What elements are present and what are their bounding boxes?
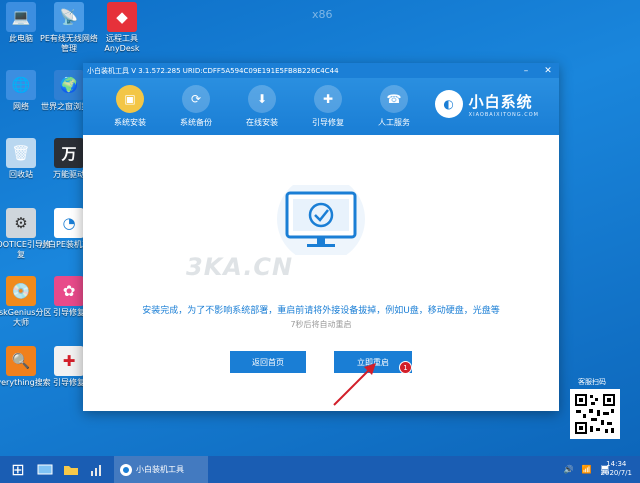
return-home-button[interactable]: 返回首页 xyxy=(230,351,306,373)
network-manager-icon: 📡 xyxy=(54,2,84,32)
backup-icon: ⟳ xyxy=(182,85,210,113)
anydesk-icon: ◆ xyxy=(107,2,137,32)
brand-subtitle: XIAOBAIXITONG.COM xyxy=(468,111,539,118)
install-complete-message: 安装完成，为了不影响系统部署，重启前请将外接设备拔掉，例如U盘，移动硬盘，光盘等 xyxy=(142,306,500,316)
step-badge: 1 xyxy=(399,361,412,374)
recycle-bin-icon: 🗑 xyxy=(6,138,36,168)
taskbar: ⊞ 小白装机工具 🔊 📶 🖥 14:34 2020/7/1 xyxy=(0,456,640,483)
clock-date: 2020/7/1 xyxy=(600,469,632,477)
volume-icon[interactable]: 🔊 xyxy=(564,465,574,474)
xiaobai-logo-icon xyxy=(120,463,132,476)
network-icon[interactable]: 📶 xyxy=(582,465,592,474)
close-button[interactable]: ✕ xyxy=(537,66,559,76)
qr-label: 客服扫码 xyxy=(578,378,606,386)
driver-icon: 万 xyxy=(54,138,84,168)
nav-label: 在线安装 xyxy=(246,118,278,127)
pinwheel-icon: ✿ xyxy=(54,276,84,306)
computer-icon: 💻 xyxy=(6,2,36,32)
nav-manual-service[interactable]: ☎ 人工服务 xyxy=(361,78,427,128)
restart-countdown: 7秒后将自动重启 xyxy=(290,320,352,329)
window-title: 小白装机工具 V 3.1.572.285 URID:CDFF5A594C09E1… xyxy=(87,66,339,75)
annotation-arrow xyxy=(333,363,376,406)
brand-logo: ◐ 小白系统 XIAOBAIXITONG.COM xyxy=(434,90,539,118)
nav-boot-repair[interactable]: ✚ 引导修复 xyxy=(295,78,361,128)
installer-window: 小白装机工具 V 3.1.572.285 URID:CDFF5A594C09E1… xyxy=(83,63,559,411)
brand-name: 小白系统 xyxy=(468,92,533,111)
globe-icon: 🌍 xyxy=(54,70,84,100)
folder-icon[interactable] xyxy=(60,456,82,483)
monitor-check-icon xyxy=(277,185,365,255)
xiaobai-logo-icon: ◔ xyxy=(54,208,84,238)
clock-time: 14:34 xyxy=(606,460,627,468)
watermark-text: 3KA.CN xyxy=(186,253,294,281)
brand-logo-icon: ◐ xyxy=(434,90,463,118)
gear-icon: ⚙ xyxy=(6,208,36,238)
disk-icon: 💿 xyxy=(6,276,36,306)
start-button[interactable]: ⊞ xyxy=(6,456,30,483)
qr-code xyxy=(570,389,620,439)
signal-icon[interactable] xyxy=(86,456,108,483)
minimize-button[interactable]: – xyxy=(515,66,537,76)
download-icon: ⬇ xyxy=(248,85,276,113)
clock[interactable]: 14:34 2020/7/1 xyxy=(601,460,632,478)
desktop-icon[interactable] xyxy=(34,456,56,483)
desktop-icon-anydesk[interactable]: ◆ 远程工具AnyDesk xyxy=(91,2,153,54)
network-icon: 🌐 xyxy=(6,70,36,100)
taskbar-app-xiaobai[interactable]: 小白装机工具 xyxy=(114,456,208,483)
nav-label: 人工服务 xyxy=(378,118,410,127)
nav-toolbar: ▣ 系统安装 ⟳ 系统备份 ⬇ 在线安装 ✚ 引导修复 ☎ 人工服务 ◐ 小白系… xyxy=(83,78,559,135)
nav-system-backup[interactable]: ⟳ 系统备份 xyxy=(163,78,229,128)
nav-label: 系统备份 xyxy=(180,118,212,127)
nav-online-install[interactable]: ⬇ 在线安装 xyxy=(229,78,295,128)
nav-label: 系统安装 xyxy=(114,118,146,127)
taskbar-app-label: 小白装机工具 xyxy=(136,465,184,474)
desktop-icon-label: 远程工具AnyDesk xyxy=(104,34,140,53)
nav-system-install[interactable]: ▣ 系统安装 xyxy=(97,78,163,128)
edition-label: x86 xyxy=(312,8,333,21)
content-area: 3KA.CN 安装完成，为了不影响系统部署，重启前请将外接设备拔掉，例如U盘，移… xyxy=(83,135,559,411)
search-icon: 🔍 xyxy=(6,346,36,376)
install-icon: ▣ xyxy=(116,85,144,113)
chat-icon: ☎ xyxy=(380,85,408,113)
nav-label: 引导修复 xyxy=(312,118,344,127)
repair-icon: ✚ xyxy=(314,85,342,113)
medkit-icon: ✚ xyxy=(54,346,84,376)
title-bar[interactable]: 小白装机工具 V 3.1.572.285 URID:CDFF5A594C09E1… xyxy=(83,63,559,78)
